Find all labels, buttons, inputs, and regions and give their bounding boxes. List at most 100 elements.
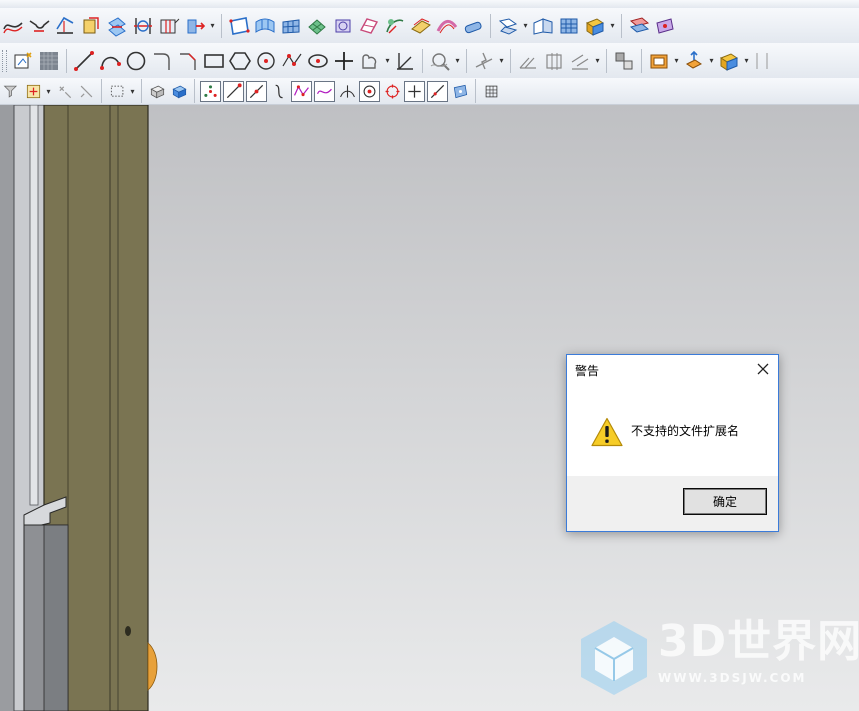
dropdown-arrow[interactable]: ▾: [44, 78, 53, 104]
existing-point-icon[interactable]: [404, 80, 425, 102]
show-hide-icon[interactable]: [646, 47, 672, 75]
offset-face-icon[interactable]: [626, 12, 652, 40]
arc-center-icon[interactable]: [359, 80, 380, 102]
intersection-point-icon[interactable]: [336, 80, 358, 102]
analysis-icon[interactable]: [427, 47, 453, 75]
studio-surface-icon[interactable]: [356, 12, 382, 40]
select-filter-icon[interactable]: [0, 80, 22, 102]
curve-project-icon[interactable]: [52, 12, 78, 40]
grid-icon[interactable]: [480, 80, 502, 102]
toolbar-separator: [101, 79, 102, 103]
toolbar-separator: [221, 13, 222, 38]
section-curve-icon[interactable]: [104, 12, 130, 40]
combined-curve-icon[interactable]: [182, 12, 208, 40]
section-analysis-icon[interactable]: [541, 47, 567, 75]
sketch-icon[interactable]: [10, 47, 36, 75]
solid-view-icon[interactable]: [146, 80, 168, 102]
point-icon[interactable]: [253, 47, 279, 75]
control-point-icon[interactable]: [200, 80, 221, 102]
dialog-message: 不支持的文件扩展名: [631, 424, 740, 438]
curve-point-icon[interactable]: [268, 80, 290, 102]
studio-spline-icon[interactable]: [279, 47, 305, 75]
dropdown-arrow[interactable]: ▾: [672, 47, 681, 75]
warning-dialog: 警告 不支持的文件扩展名 确定: [566, 354, 779, 532]
selection-box-icon[interactable]: [106, 80, 128, 102]
dialog-footer: 确定: [567, 476, 778, 531]
dropdown-arrow[interactable]: ▾: [608, 12, 617, 40]
expand-toolbar-icon[interactable]: [751, 47, 777, 75]
toolbar-separator: [141, 79, 142, 103]
extract-body-icon[interactable]: [582, 12, 608, 40]
dropdown-arrow[interactable]: ▾: [208, 12, 217, 40]
isoparametric-curve-icon[interactable]: [156, 12, 182, 40]
close-icon[interactable]: [754, 360, 772, 378]
spline-defining-icon[interactable]: [314, 80, 335, 102]
dropdown-arrow[interactable]: ▾: [521, 12, 530, 40]
move-object-icon[interactable]: [681, 47, 707, 75]
toolbar-separator: [422, 48, 423, 73]
bounded-plane-icon[interactable]: [226, 12, 252, 40]
model-edge-face: [0, 105, 14, 711]
dropdown-arrow[interactable]: ▾: [593, 47, 602, 75]
curve-bridge-icon[interactable]: [26, 12, 52, 40]
sewn-icon[interactable]: [530, 12, 556, 40]
angle-icon[interactable]: [392, 47, 418, 75]
law-extension-icon[interactable]: [460, 12, 486, 40]
dropdown-arrow[interactable]: ▾: [497, 47, 506, 75]
n-sided-surface-icon[interactable]: [304, 12, 330, 40]
dropdown-arrow[interactable]: ▾: [383, 47, 392, 75]
model-lower-part-side: [43, 524, 69, 711]
draft-analysis-icon[interactable]: [515, 47, 541, 75]
point-on-curve-icon[interactable]: [427, 80, 448, 102]
sketch-face-icon[interactable]: [36, 47, 62, 75]
toolbar-sketch: ▾ ▾ ▾ ▾ ▾ ▾ ▾: [0, 43, 859, 79]
extension-surface-icon[interactable]: [434, 12, 460, 40]
fillet-icon[interactable]: [149, 47, 175, 75]
polygon-icon[interactable]: [227, 47, 253, 75]
toolbar-grip[interactable]: [2, 49, 7, 72]
point-on-face-icon[interactable]: [449, 80, 471, 102]
crosshair-point-icon[interactable]: [331, 47, 357, 75]
model-rail-inner: [29, 105, 39, 506]
move-face-icon[interactable]: [652, 12, 678, 40]
toolbar-separator: [606, 48, 607, 73]
profile-icon[interactable]: [357, 47, 383, 75]
styled-sweep-icon[interactable]: [382, 12, 408, 40]
shaded-view-icon[interactable]: [168, 80, 190, 102]
ok-button[interactable]: 确定: [683, 488, 767, 515]
model-body-recess: [67, 105, 111, 711]
rectangle-icon[interactable]: [201, 47, 227, 75]
measure-icon[interactable]: [611, 47, 637, 75]
extract-body-icon[interactable]: [716, 47, 742, 75]
toolbar-surface: ▾ ▾ ▾: [0, 8, 859, 44]
offset-surface-icon[interactable]: [408, 12, 434, 40]
intersection-curve-icon[interactable]: [130, 12, 156, 40]
dropdown-arrow[interactable]: ▾: [128, 78, 137, 104]
mid-point-icon[interactable]: [246, 80, 267, 102]
dropdown-arrow[interactable]: ▾: [453, 47, 462, 75]
selection-lock-icon[interactable]: [53, 80, 75, 102]
snap-point-icon[interactable]: [22, 80, 44, 102]
quadrant-point-icon[interactable]: [381, 80, 403, 102]
chamfer-icon[interactable]: [175, 47, 201, 75]
layer-settings-icon[interactable]: [567, 47, 593, 75]
ellipse-icon[interactable]: [305, 47, 331, 75]
trim-sheet-icon[interactable]: [495, 12, 521, 40]
through-curves-icon[interactable]: [252, 12, 278, 40]
arc-icon[interactable]: [97, 47, 123, 75]
swept-icon[interactable]: [330, 12, 356, 40]
spline-pole-icon[interactable]: [291, 80, 312, 102]
end-point-icon[interactable]: [223, 80, 244, 102]
extract-geometry-icon[interactable]: [78, 12, 104, 40]
curve-offset-icon[interactable]: [0, 12, 26, 40]
toolbar-separator: [490, 13, 491, 38]
through-curve-mesh-icon[interactable]: [278, 12, 304, 40]
dropdown-arrow[interactable]: ▾: [707, 47, 716, 75]
patch-icon[interactable]: [556, 12, 582, 40]
deviation-icon[interactable]: [471, 47, 497, 75]
circle-icon[interactable]: [123, 47, 149, 75]
watermark-brand: 3D世界网: [658, 616, 859, 667]
dropdown-arrow[interactable]: ▾: [742, 47, 751, 75]
line-icon[interactable]: [71, 47, 97, 75]
selection-intent-icon[interactable]: [75, 80, 97, 102]
